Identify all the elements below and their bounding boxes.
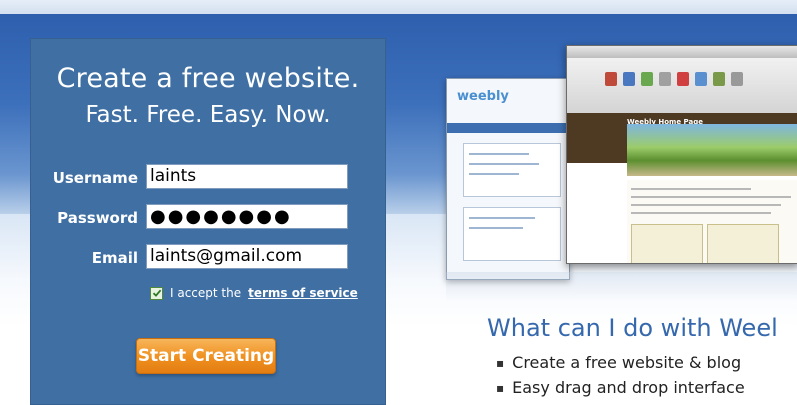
password-label: Password [57,209,138,227]
terms-checkbox[interactable] [150,286,163,300]
email-label: Email [91,249,138,267]
terms-of-service-link[interactable]: terms of service [248,286,358,300]
top-strip [0,0,797,14]
terms-prefix: I accept the [170,286,242,300]
checkmark-icon [152,289,161,297]
feature-list: Create a free website & blog Easy drag a… [496,352,745,402]
feature-item: Create a free website & blog [496,352,745,377]
username-label: Username [52,169,138,187]
preview-banner-image [627,124,797,176]
features-heading: What can I do with Weel [487,314,778,342]
screenshot-dashboard: weebly [446,78,570,280]
feature-item: Easy drag and drop interface [496,377,745,402]
username-input[interactable]: laints [146,164,348,189]
weebly-logo: weebly [457,89,509,104]
password-input[interactable]: ●●●●●●●● [146,204,348,229]
terms-row: I accept the terms of service [150,286,358,300]
signup-panel: Create a free website. Fast. Free. Easy.… [30,38,386,405]
email-input[interactable]: laints@gmail.com [146,244,348,269]
tagline: Fast. Free. Easy. Now. [85,102,331,128]
headline: Create a free website. [56,63,360,94]
screenshot-editor: Weebly Home Page [566,45,797,264]
start-creating-button[interactable]: Start Creating [136,338,276,374]
